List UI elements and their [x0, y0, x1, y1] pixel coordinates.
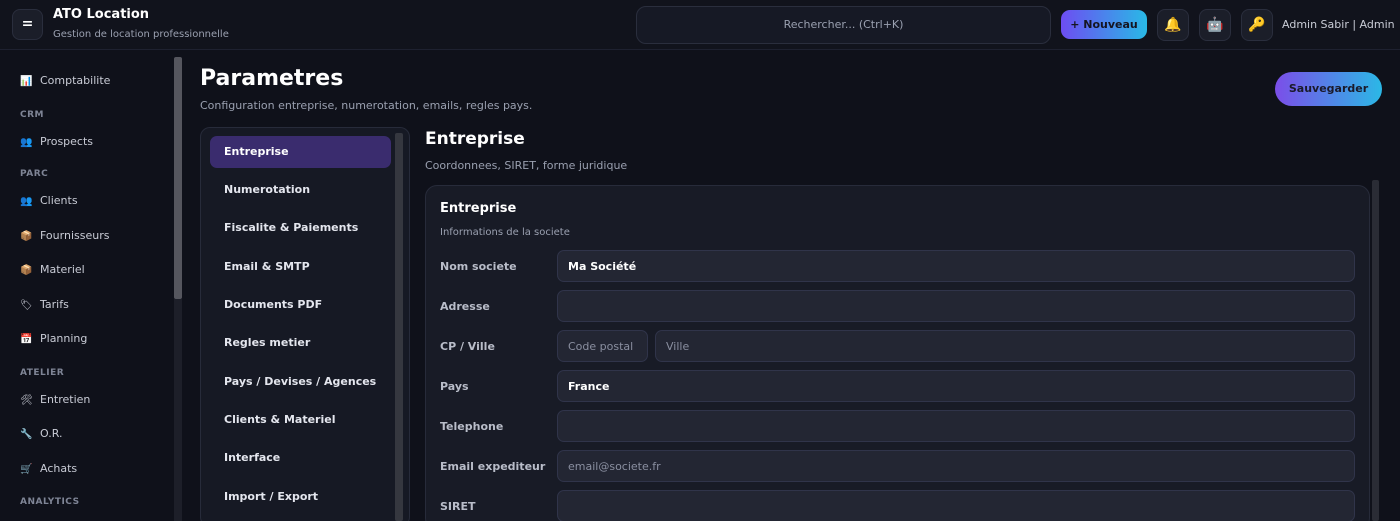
- sidebar-scroll-track: [174, 299, 182, 521]
- settings-tab-numerotation[interactable]: Numerotation: [210, 174, 391, 206]
- bell-icon: 🔔: [1164, 17, 1182, 33]
- settings-tab-documents[interactable]: Documents PDF: [210, 289, 391, 321]
- siret-label: SIRET: [440, 500, 476, 513]
- cart-icon: 🛒: [20, 464, 33, 475]
- sidebar-section-crm: CRM: [20, 110, 44, 120]
- sidebar: [0, 50, 183, 521]
- postal-code-field[interactable]: [557, 330, 648, 362]
- sidebar-item-fournisseurs[interactable]: 📦 Fournisseurs: [20, 229, 109, 242]
- card-subtitle: Informations de la societe: [440, 227, 570, 238]
- chart-icon: 📊: [20, 76, 33, 87]
- sidebar-item-label: Clients: [40, 194, 78, 207]
- section-subtitle: Coordonnees, SIRET, forme juridique: [425, 159, 628, 172]
- people-icon: 👥: [20, 196, 33, 207]
- settings-tab-import-export[interactable]: Import / Export: [210, 481, 391, 513]
- sidebar-item-materiel[interactable]: 📦 Materiel: [20, 263, 85, 276]
- settings-tab-entreprise[interactable]: Entreprise: [210, 136, 391, 168]
- package-icon: 📦: [20, 231, 33, 242]
- city-field[interactable]: [655, 330, 1355, 362]
- settings-tab-regles[interactable]: Regles metier: [210, 327, 391, 359]
- sidebar-item-comptabilite[interactable]: 📊 Comptabilite: [20, 74, 110, 87]
- sidebar-item-entretien[interactable]: 🛠 Entretien: [20, 393, 90, 406]
- address-label: Adresse: [440, 300, 490, 313]
- save-button[interactable]: Sauvegarder: [1275, 72, 1382, 106]
- robot-icon: 🤖: [1206, 17, 1224, 33]
- key-icon: 🔑: [1248, 17, 1266, 33]
- user-menu[interactable]: Admin Sabir | Admin: [1282, 18, 1395, 31]
- settings-tab-interface[interactable]: Interface: [210, 442, 391, 474]
- assistant-button[interactable]: 🤖: [1199, 9, 1231, 41]
- sidebar-scrollbar[interactable]: [174, 57, 182, 299]
- country-label: Pays: [440, 380, 469, 393]
- calendar-icon: 📅: [20, 334, 33, 345]
- address-field[interactable]: [557, 290, 1355, 322]
- sidebar-item-prospects[interactable]: 👥 Prospects: [20, 135, 93, 148]
- sidebar-item-tarifs[interactable]: 🏷 Tarifs: [20, 298, 69, 311]
- menu-toggle-button[interactable]: =: [12, 9, 43, 40]
- settings-nav-scrollbar[interactable]: [395, 133, 403, 521]
- notifications-button[interactable]: 🔔: [1157, 9, 1189, 41]
- tools-icon: 🛠: [20, 395, 33, 406]
- settings-tab-pays[interactable]: Pays / Devises / Agences: [210, 366, 391, 398]
- card-title: Entreprise: [440, 201, 517, 216]
- sidebar-item-label: Comptabilite: [40, 74, 111, 87]
- access-button[interactable]: 🔑: [1241, 9, 1273, 41]
- sidebar-item-label: Tarifs: [40, 298, 69, 311]
- phone-field[interactable]: [557, 410, 1355, 442]
- cp-ville-label: CP / Ville: [440, 340, 495, 353]
- sidebar-item-or[interactable]: 🔧 O.R.: [20, 427, 62, 440]
- sidebar-section-atelier: ATELIER: [20, 368, 65, 378]
- wrench-icon: 🔧: [20, 429, 33, 440]
- sidebar-item-label: Planning: [40, 332, 88, 345]
- app-subtitle: Gestion de location professionnelle: [53, 29, 229, 40]
- settings-tab-clients-materiel[interactable]: Clients & Materiel: [210, 404, 391, 436]
- search-input[interactable]: Rechercher... (Ctrl+K): [636, 6, 1051, 44]
- email-field[interactable]: [557, 450, 1355, 482]
- sidebar-section-analytics: ANALYTICS: [20, 497, 80, 507]
- app-title: ATO Location: [53, 7, 150, 22]
- sidebar-item-label: Fournisseurs: [40, 229, 110, 242]
- main-scrollbar[interactable]: [1372, 180, 1379, 521]
- phone-label: Telephone: [440, 420, 504, 433]
- section-title: Entreprise: [425, 129, 525, 149]
- page-title: Parametres: [200, 66, 344, 91]
- settings-tab-email[interactable]: Email & SMTP: [210, 251, 391, 283]
- company-name-field[interactable]: [557, 250, 1355, 282]
- sidebar-item-label: O.R.: [40, 427, 63, 440]
- package-icon: 📦: [20, 265, 33, 276]
- country-field[interactable]: [557, 370, 1355, 402]
- email-label: Email expediteur: [440, 460, 546, 473]
- sidebar-item-planning[interactable]: 📅 Planning: [20, 332, 87, 345]
- new-button[interactable]: + Nouveau: [1061, 10, 1147, 39]
- sidebar-item-label: Achats: [40, 462, 78, 475]
- settings-tab-fiscalite[interactable]: Fiscalite & Paiements: [210, 212, 391, 244]
- sidebar-item-label: Materiel: [40, 263, 85, 276]
- sidebar-item-achats[interactable]: 🛒 Achats: [20, 462, 77, 475]
- sidebar-section-parc: PARC: [20, 169, 49, 179]
- company-name-label: Nom societe: [440, 260, 517, 273]
- sidebar-item-clients[interactable]: 👥 Clients: [20, 194, 78, 207]
- sidebar-item-label: Entretien: [40, 393, 91, 406]
- siret-field[interactable]: [557, 490, 1355, 521]
- people-icon: 👥: [20, 137, 33, 148]
- page-subtitle: Configuration entreprise, numerotation, …: [200, 99, 533, 112]
- sidebar-item-label: Prospects: [40, 135, 94, 148]
- tag-icon: 🏷: [20, 300, 33, 311]
